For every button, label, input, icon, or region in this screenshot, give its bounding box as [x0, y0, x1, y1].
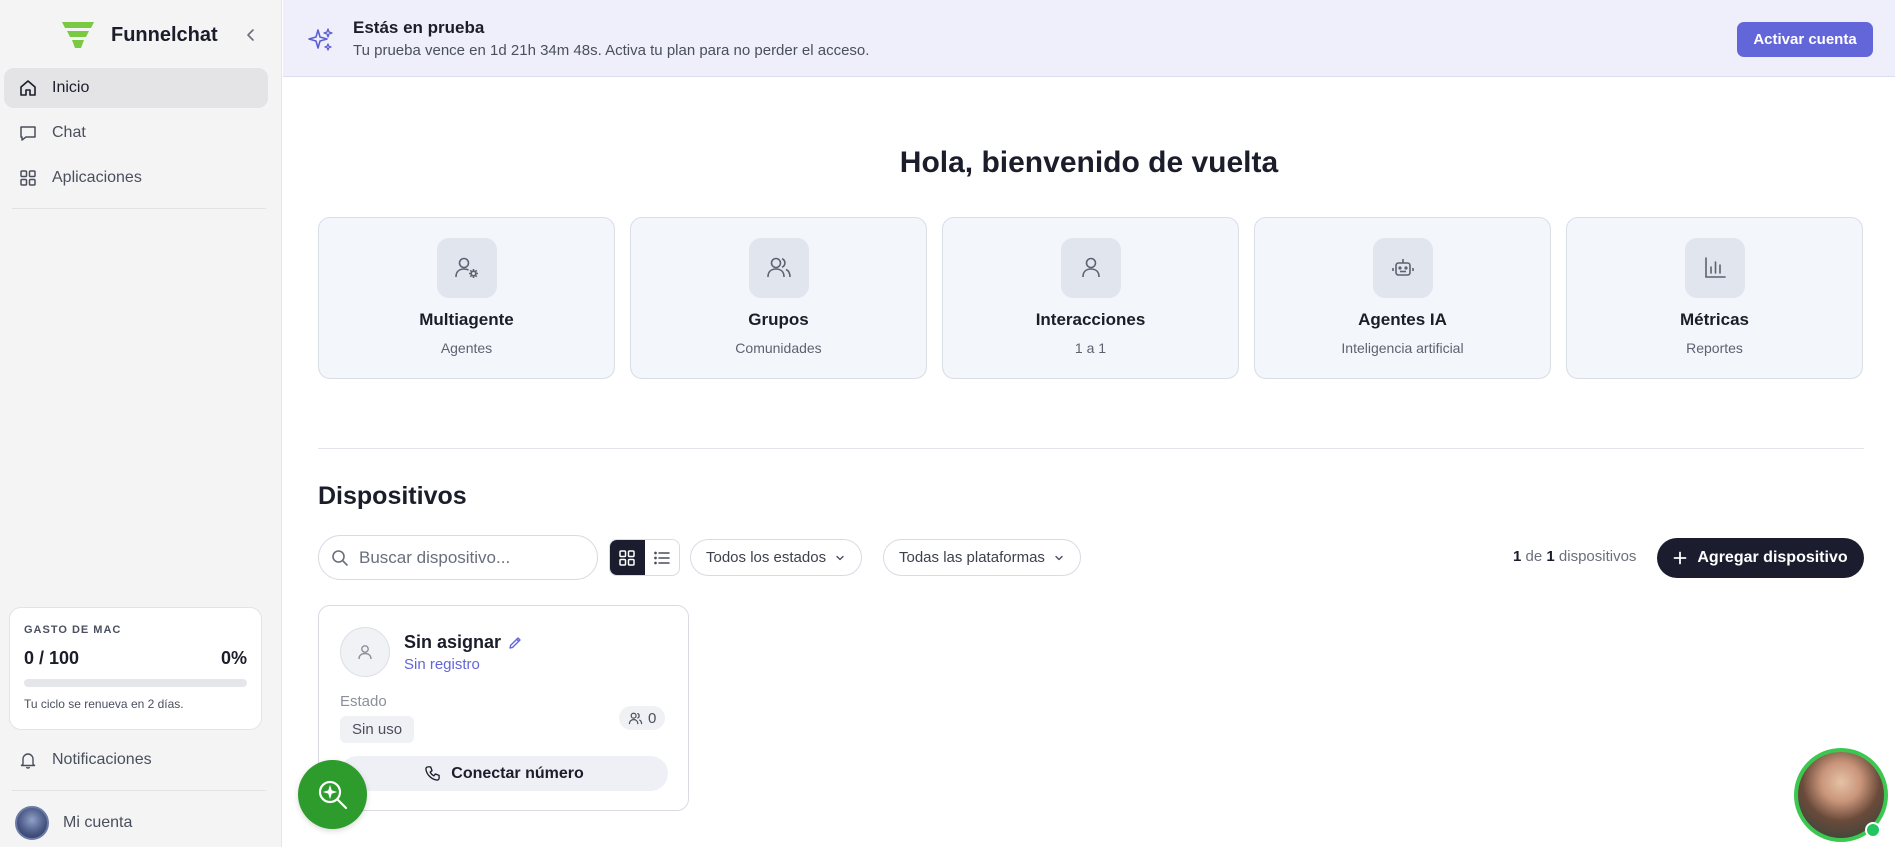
usage-card: GASTO DE MAC 0 / 100 0% Tu ciclo se renu…	[9, 607, 262, 730]
sidebar-item-chat[interactable]: Chat	[4, 113, 268, 153]
card-interacciones[interactable]: Interacciones 1 a 1	[942, 217, 1239, 379]
banner-title: Estás en prueba	[353, 18, 485, 37]
sidebar-item-inicio[interactable]: Inicio	[4, 68, 268, 108]
chevron-left-icon	[247, 29, 254, 41]
sidebar-item-aplicaciones[interactable]: Aplicaciones	[4, 158, 268, 198]
card-agentes-ia[interactable]: Agentes IA Inteligencia artificial	[1254, 217, 1551, 379]
card-title: Grupos	[748, 310, 809, 329]
sidebar: Funnelchat Inicio Chat Aplicaciones GAST…	[0, 0, 282, 847]
platform-filter[interactable]: Todas las plataformas	[883, 539, 1081, 576]
collapse-sidebar-button[interactable]	[240, 24, 262, 46]
user-icon	[1060, 238, 1121, 298]
connect-number-button[interactable]: Conectar número	[340, 756, 668, 791]
card-subtitle: Reportes	[1686, 340, 1743, 356]
members-count: 0	[648, 709, 657, 727]
card-subtitle: Agentes	[440, 340, 493, 356]
usage-progress-bar	[24, 679, 247, 687]
sidebar-item-notificaciones[interactable]: Notificaciones	[4, 740, 268, 780]
card-title: Agentes IA	[1358, 310, 1447, 329]
platform-filter-label: Todas las plataformas	[899, 549, 1045, 566]
sidebar-item-label: Aplicaciones	[52, 169, 142, 186]
section-divider	[318, 448, 1864, 449]
device-state-label: Estado	[340, 693, 387, 710]
page-title: Hola, bienvenido de vuelta	[899, 146, 1279, 179]
users-icon	[748, 238, 809, 298]
add-device-button[interactable]: Agregar dispositivo	[1657, 538, 1864, 578]
status-filter[interactable]: Todos los estados	[690, 539, 863, 576]
usage-percent: 0%	[220, 648, 247, 668]
home-icon	[20, 80, 36, 96]
sidebar-divider	[12, 208, 266, 209]
sparkles-icon	[308, 28, 333, 51]
count-shown: 1	[1513, 548, 1522, 565]
activate-account-button[interactable]: Activar cuenta	[1737, 22, 1873, 57]
bar-chart-icon	[1684, 238, 1745, 298]
add-device-label: Agregar dispositivo	[1697, 549, 1848, 566]
devices-title: Dispositivos	[318, 482, 467, 510]
banner-subtitle: Tu prueba vence en 1d 21h 34m 48s. Activ…	[353, 42, 870, 59]
sidebar-item-label: Inicio	[52, 79, 90, 96]
user-icon	[358, 645, 372, 660]
online-status-dot	[1865, 822, 1881, 838]
sidebar-item-label: Chat	[52, 124, 86, 141]
count-of: de	[1525, 548, 1543, 565]
magnifier-sparkle-icon	[318, 780, 347, 809]
brand[interactable]: Funnelchat	[60, 18, 218, 52]
sidebar-divider	[12, 790, 266, 791]
account-label: Mi cuenta	[63, 814, 133, 831]
list-icon	[653, 551, 670, 564]
users-icon	[628, 712, 643, 724]
sidebar-item-label: Notificaciones	[52, 751, 152, 768]
view-toggle	[609, 539, 680, 576]
chevron-down-icon	[836, 555, 844, 560]
usage-value: 0 / 100	[24, 648, 80, 668]
card-metricas[interactable]: Métricas Reportes	[1566, 217, 1863, 379]
chat-icon	[20, 126, 36, 141]
usage-note: Tu ciclo se renueva en 2 días.	[24, 697, 184, 711]
device-count: 1 de 1 dispositivos	[1513, 548, 1636, 565]
user-gear-icon	[436, 238, 497, 298]
count-total: 1	[1546, 548, 1555, 565]
card-multiagente[interactable]: Multiagente Agentes	[318, 217, 615, 379]
account-menu[interactable]: Mi cuenta	[15, 806, 132, 840]
phone-icon	[425, 766, 441, 781]
device-avatar	[340, 627, 390, 677]
card-grupos[interactable]: Grupos Comunidades	[630, 217, 927, 379]
chevron-down-icon	[1055, 555, 1063, 560]
status-filter-label: Todos los estados	[706, 549, 827, 566]
edit-pencil-icon[interactable]	[507, 635, 523, 651]
grid-icon	[619, 549, 635, 566]
ai-search-fab[interactable]	[298, 760, 367, 829]
members-count-badge: 0	[619, 706, 666, 730]
connect-number-label: Conectar número	[451, 764, 584, 782]
device-search[interactable]	[318, 535, 598, 580]
funnel-logo-icon	[62, 22, 94, 48]
robot-icon	[1372, 238, 1433, 298]
device-name: Sin asignar	[404, 632, 523, 653]
status-badge: Sin uso	[340, 716, 415, 743]
feature-cards: Multiagente Agentes Grupos Comunidades I…	[318, 217, 1864, 379]
search-icon	[332, 549, 348, 566]
search-input[interactable]	[359, 547, 579, 568]
bell-icon	[20, 753, 36, 769]
card-subtitle: Comunidades	[735, 340, 822, 356]
usage-title: GASTO DE MAC	[24, 624, 122, 636]
card-subtitle: Inteligencia artificial	[1341, 340, 1464, 356]
card-subtitle: 1 a 1	[1074, 340, 1107, 356]
brand-name: Funnelchat	[111, 23, 218, 46]
device-registration: Sin registro	[404, 656, 480, 673]
card-title: Interacciones	[1035, 310, 1146, 329]
plus-icon	[1673, 551, 1687, 565]
card-title: Multiagente	[419, 310, 514, 329]
card-title: Métricas	[1680, 310, 1749, 329]
trial-banner: Estás en prueba Tu prueba vence en 1d 21…	[283, 0, 1895, 77]
list-view-button[interactable]	[645, 540, 680, 575]
apps-grid-icon	[20, 170, 36, 186]
avatar	[15, 806, 49, 840]
count-label: dispositivos	[1558, 548, 1637, 565]
grid-view-button[interactable]	[610, 540, 645, 575]
device-name-text: Sin asignar	[404, 632, 502, 652]
device-card[interactable]: Sin asignar Sin registro Estado Sin uso …	[318, 605, 689, 811]
